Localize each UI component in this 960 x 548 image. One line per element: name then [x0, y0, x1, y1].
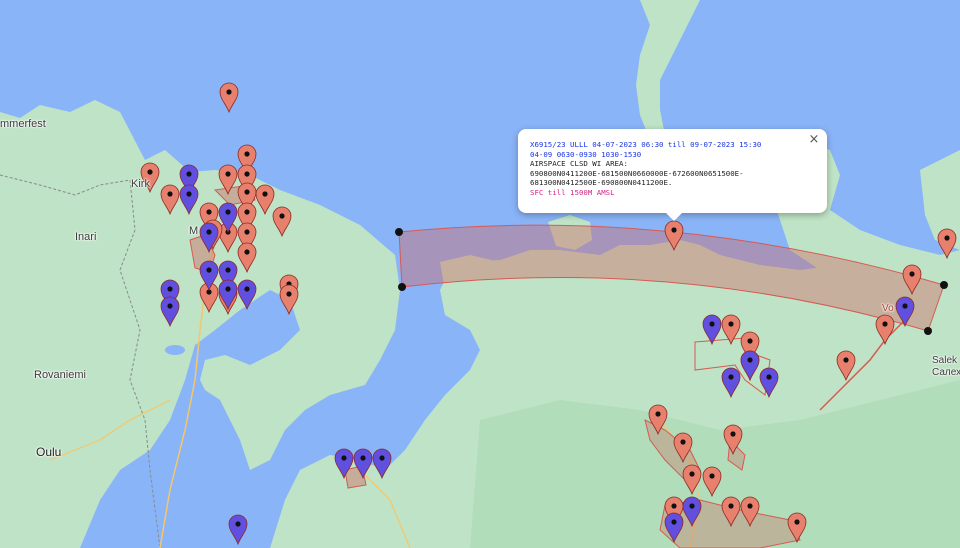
lake: [165, 345, 185, 355]
notam-pin-blue-dot: [671, 519, 677, 525]
notam-pin-red-dot: [882, 321, 888, 327]
notam-header-line: X6915/23 ULLL 04-07-2023 06:30 till 09-0…: [530, 140, 762, 149]
notam-pin-blue-dot: [186, 191, 192, 197]
notam-pin-blue-dot: [167, 303, 173, 309]
notam-pin-red-dot: [671, 503, 677, 509]
area-vertex[interactable]: [395, 228, 403, 236]
area-vertex[interactable]: [924, 327, 932, 335]
notam-pin-red-dot: [794, 519, 800, 525]
notam-pin-blue-dot: [225, 267, 231, 273]
notam-pin-red-dot: [843, 357, 849, 363]
notam-pin-red-dot: [226, 89, 232, 95]
notam-pin-red-dot: [244, 171, 250, 177]
notam-pin-red-dot: [680, 439, 686, 445]
notam-pin-blue-dot: [689, 503, 695, 509]
notam-pin-blue-dot: [206, 229, 212, 235]
notam-pin-blue-dot: [747, 357, 753, 363]
notam-pin-blue-dot: [766, 374, 772, 380]
notam-pin-red-dot: [244, 249, 250, 255]
place-label-kirkenes: Kirk: [131, 178, 150, 190]
notam-pin-blue-dot: [709, 321, 715, 327]
map-canvas[interactable]: [0, 0, 960, 548]
notam-pin-blue-dot: [902, 303, 908, 309]
place-label-salekhard: Salek: [932, 355, 958, 366]
notam-pin-red-dot: [671, 227, 677, 233]
place-label-vorkuta: Vo: [882, 303, 894, 314]
area-vertex[interactable]: [940, 281, 948, 289]
notam-pin-blue-dot: [225, 286, 231, 292]
close-icon[interactable]: ×: [804, 131, 824, 149]
notam-pin-red-dot: [279, 213, 285, 219]
notam-pin-red-dot: [262, 191, 268, 197]
notam-pin-red-dot: [909, 271, 915, 277]
notam-pin-blue-dot: [728, 374, 734, 380]
area-vertex[interactable]: [398, 283, 406, 291]
notam-pin-red-dot: [655, 411, 661, 417]
notam-pin-blue-dot: [167, 286, 173, 292]
place-label-oulu: Oulu: [36, 445, 62, 459]
notam-pin-red-dot: [244, 151, 250, 157]
notam-coordinates-line: 681300N0412500E-690800N0411200E.: [530, 178, 673, 188]
notam-pin-blue-dot: [244, 286, 250, 292]
notam-pin-red-dot: [747, 338, 753, 344]
place-label-inari: Inari: [75, 231, 97, 243]
place-label-rovaniemi: Rovaniemi: [34, 369, 86, 381]
notam-pin-blue-dot: [235, 521, 241, 527]
place-label-hammerfest: mmerfest: [0, 118, 46, 130]
notam-schedule-line: 04-09 0630-0930 1030-1530: [530, 149, 642, 159]
notam-pin-red-dot: [206, 209, 212, 215]
notam-pin-red-dot: [728, 321, 734, 327]
notam-pin-red-dot: [244, 209, 250, 215]
notam-pin-red-dot: [747, 503, 753, 509]
notam-pin-red-dot: [225, 171, 231, 177]
notam-pin-red-dot: [709, 473, 715, 479]
notam-pin-red-dot: [944, 235, 950, 241]
notam-pin-red-dot: [286, 291, 292, 297]
notam-pin-blue-dot: [341, 455, 347, 461]
place-label-salekhard-cyrillic: Салех: [932, 367, 960, 378]
notam-pin-red-dot: [730, 431, 736, 437]
notam-pin-blue-dot: [360, 455, 366, 461]
popup-pointer: [666, 213, 682, 221]
notam-pin-blue-dot: [186, 171, 192, 177]
notam-pin-red-dot: [147, 169, 153, 175]
notam-text-line: AIRSPACE CLSD WI AREA:: [530, 159, 628, 169]
notam-pin-red-dot: [689, 471, 695, 477]
notam-pin-red-dot: [728, 503, 734, 509]
notam-pin-red-dot: [244, 189, 250, 195]
place-label-murmansk: M: [189, 225, 199, 237]
notam-pin-blue-dot: [379, 455, 385, 461]
notam-altitude-line: SFC till 1500M AMSL: [530, 187, 615, 197]
notam-pin-blue-dot: [225, 209, 231, 215]
notam-info-popup: × X6915/23 ULLL 04-07-2023 06:30 till 09…: [518, 129, 827, 221]
notam-coordinates-line: 690800N0411200E-681500N0660000E-672600N0…: [530, 168, 744, 178]
notam-pin-red-dot: [167, 191, 173, 197]
notam-pin-blue-dot: [206, 267, 212, 273]
notam-pin-red-dot: [244, 229, 250, 235]
